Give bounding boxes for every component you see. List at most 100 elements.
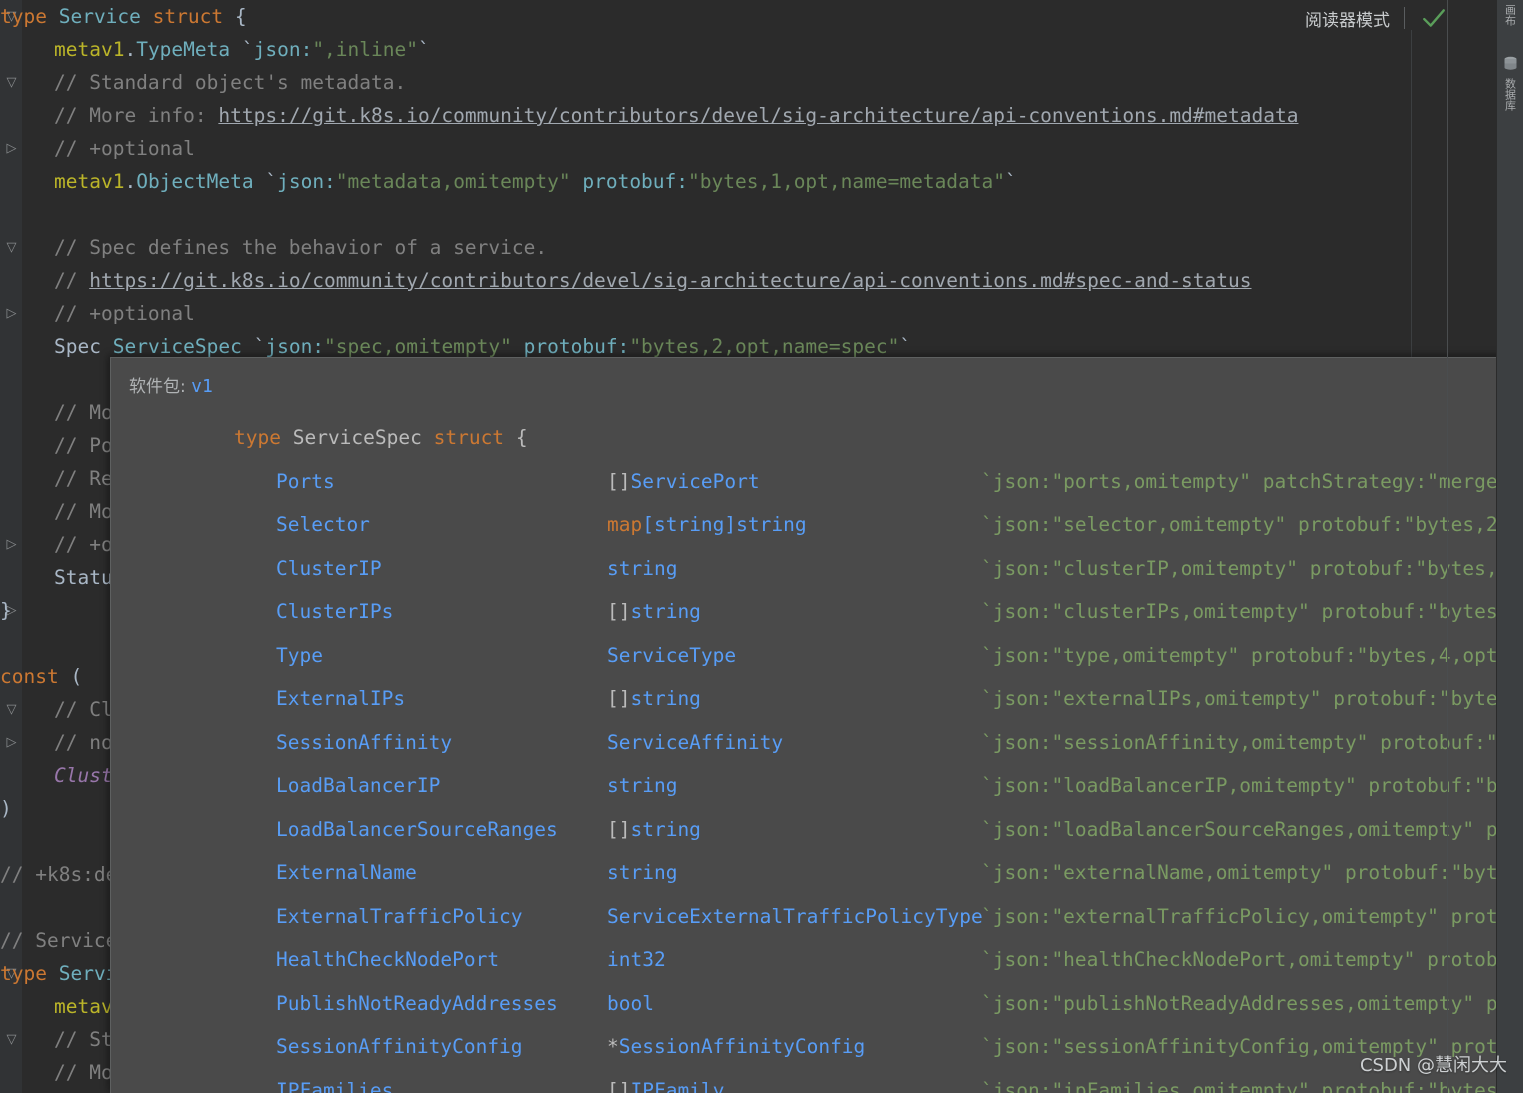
popup-field-type[interactable]: string [607, 851, 677, 895]
popup-field-name[interactable]: Ports [276, 460, 335, 504]
popup-type-name: ServiceExternalTrafficPolicyType [607, 904, 983, 928]
code-link[interactable]: https://git.k8s.io/community/contributor… [218, 104, 1298, 127]
popup-type-name: int32 [607, 948, 666, 971]
code-token: ` [1005, 170, 1017, 193]
popup-field-tag: `json:"clusterIPs,omitempty" protobuf:"b… [981, 600, 1523, 623]
popup-field-name[interactable]: LoadBalancerSourceRanges [276, 808, 558, 852]
popup-type-name: SessionAffinityConfig [618, 1035, 866, 1058]
popup-field-name[interactable]: ExternalIPs [276, 677, 405, 721]
popup-struct-name: ServiceSpec [292, 426, 422, 449]
popup-open-brace: { [515, 426, 528, 449]
popup-field-row: LoadBalancerIP string `json:"loadBalancerI… [111, 764, 1523, 808]
code-token: ` [253, 170, 278, 193]
quick-doc-popup[interactable]: 软件包: v1 type ServiceSpec struct {Ports[]… [110, 357, 1523, 1093]
popup-field-tag: `json:"sessionAffinity,omitempty" protob… [981, 730, 1523, 754]
popup-type-name: string [607, 774, 678, 797]
code-token: ` [230, 38, 254, 61]
popup-type-prefix: [] [607, 600, 631, 623]
popup-field-row: PublishNotReadyAddresses bool `json:"publi… [111, 982, 1523, 1026]
popup-field-tag: `json:"loadBalancerSourceRanges,omitempt… [981, 817, 1523, 841]
popup-type-prefix: [] [607, 1078, 631, 1093]
tool-item-database-label: 数据库 [1503, 78, 1517, 111]
popup-type-name: ServiceType [607, 643, 737, 667]
popup-field-name[interactable]: LoadBalancerIP [276, 764, 440, 808]
popup-field-name[interactable]: SessionAffinityConfig [276, 1025, 523, 1069]
popup-field-row: LoadBalancerSourceRanges []string `json:"l… [111, 808, 1523, 852]
popup-field-name[interactable]: ExternalName [276, 851, 417, 895]
popup-field-row: IPFamilies []IPFamily `json:"ipFamilies,om… [111, 1069, 1523, 1093]
popup-field-name[interactable]: Type [276, 634, 323, 678]
tool-item-canvas[interactable]: 画布 [1497, 4, 1523, 26]
popup-field-tag: `json:"publishNotReadyAddresses,omitempt… [981, 991, 1523, 1015]
popup-type-prefix: * [607, 1035, 619, 1058]
check-icon[interactable] [1421, 5, 1447, 31]
popup-field-row: Ports []ServicePort `json:"ports,omitempty… [111, 460, 1523, 504]
popup-field-tag: `json:"externalName,omitempty" protobuf:… [981, 861, 1523, 884]
popup-field-name[interactable]: Selector [276, 503, 370, 547]
code-token: } [0, 599, 12, 622]
popup-field-type[interactable]: ServiceAffinity [607, 721, 783, 765]
popup-field-type[interactable]: ServiceType [607, 634, 736, 678]
code-link[interactable]: https://git.k8s.io/community/contributor… [89, 269, 1251, 292]
popup-field-name[interactable]: SessionAffinity [276, 721, 452, 765]
right-tool-strip[interactable]: 画布 数据库 [1496, 0, 1523, 1093]
popup-declaration-line: type ServiceSpec struct { [111, 416, 528, 460]
tool-item-database[interactable]: 数据库 [1497, 56, 1523, 111]
code-token: // More info: [54, 104, 219, 127]
screen-root: ▽ type Service struct {metav1.TypeMeta `j… [0, 0, 1523, 1093]
code-token: // +optional [54, 302, 195, 325]
code-token: "bytes,2,opt,name=spec" [629, 335, 900, 358]
popup-field-tag: `json:"healthCheckNodePort,omitempty" pr… [981, 948, 1523, 971]
code-token: ` [899, 335, 912, 358]
code-token: protobuf: [582, 170, 689, 193]
code-token: // Spec defines the behavior of a servic… [54, 236, 548, 259]
popup-type-name: string [630, 817, 701, 841]
popup-type-name: [string]string [642, 513, 807, 536]
code-line: // More info: https://git.k8s.io/communi… [0, 99, 1298, 132]
popup-field-name[interactable]: PublishNotReadyAddresses [276, 982, 558, 1026]
popup-field-name[interactable]: ExternalTrafficPolicy [276, 895, 523, 939]
popup-field-type[interactable]: []IPFamily [607, 1069, 724, 1093]
popup-field-type[interactable]: []string [607, 808, 701, 852]
code-token: // +optional [54, 137, 195, 160]
popup-field-name[interactable]: IPFamilies [276, 1069, 393, 1093]
popup-type-name: IPFamily [630, 1078, 725, 1093]
popup-field-type[interactable]: []string [607, 677, 701, 721]
code-line: ) [0, 792, 12, 825]
database-icon [1503, 56, 1518, 75]
popup-field-type[interactable]: bool [607, 982, 654, 1026]
popup-field-type[interactable]: []ServicePort [607, 460, 760, 504]
popup-field-type[interactable]: string [607, 547, 677, 591]
popup-field-type[interactable]: ServiceExternalTrafficPolicyType [607, 895, 983, 939]
popup-field-type[interactable]: []string [607, 590, 701, 634]
popup-field-row: Type ServiceType `json:"type,omitempty" pr… [111, 634, 1523, 678]
popup-type-keyword: map [607, 513, 643, 536]
popup-field-tag: `json:"externalTrafficPolicy,omitempty" … [981, 904, 1523, 928]
code-line: // Standard object's metadata. [0, 66, 406, 99]
code-token: ",inline" [312, 38, 418, 61]
popup-field-name[interactable]: HealthCheckNodePort [276, 938, 499, 982]
popup-type-name: bool [607, 991, 654, 1015]
code-line: // Spec defines the behavior of a servic… [0, 231, 547, 264]
code-token: ServiceSpec [112, 335, 242, 358]
reader-mode-separator [1404, 7, 1405, 29]
reader-mode-bar[interactable]: 阅读器模式 [1305, 0, 1447, 36]
popup-field-name[interactable]: ClusterIPs [276, 590, 393, 634]
popup-field-type[interactable]: map[string]string [607, 503, 807, 547]
popup-field-name[interactable]: ClusterIP [276, 547, 382, 591]
code-token: . [124, 170, 137, 193]
code-token: type [0, 962, 47, 985]
code-token: Service [58, 5, 141, 28]
popup-type-name: ServicePort [630, 469, 760, 493]
code-token: // Standard object's metadata. [54, 71, 407, 94]
popup-field-type[interactable]: *SessionAffinityConfig [607, 1025, 865, 1069]
popup-type-name: string [607, 861, 678, 884]
code-token: "metadata,omitempty" [335, 170, 571, 193]
popup-field-tag: `json:"ports,omitempty" patchStrategy:"m… [981, 469, 1523, 493]
popup-field-type[interactable]: string [607, 764, 677, 808]
popup-field-type[interactable]: int32 [607, 938, 666, 982]
